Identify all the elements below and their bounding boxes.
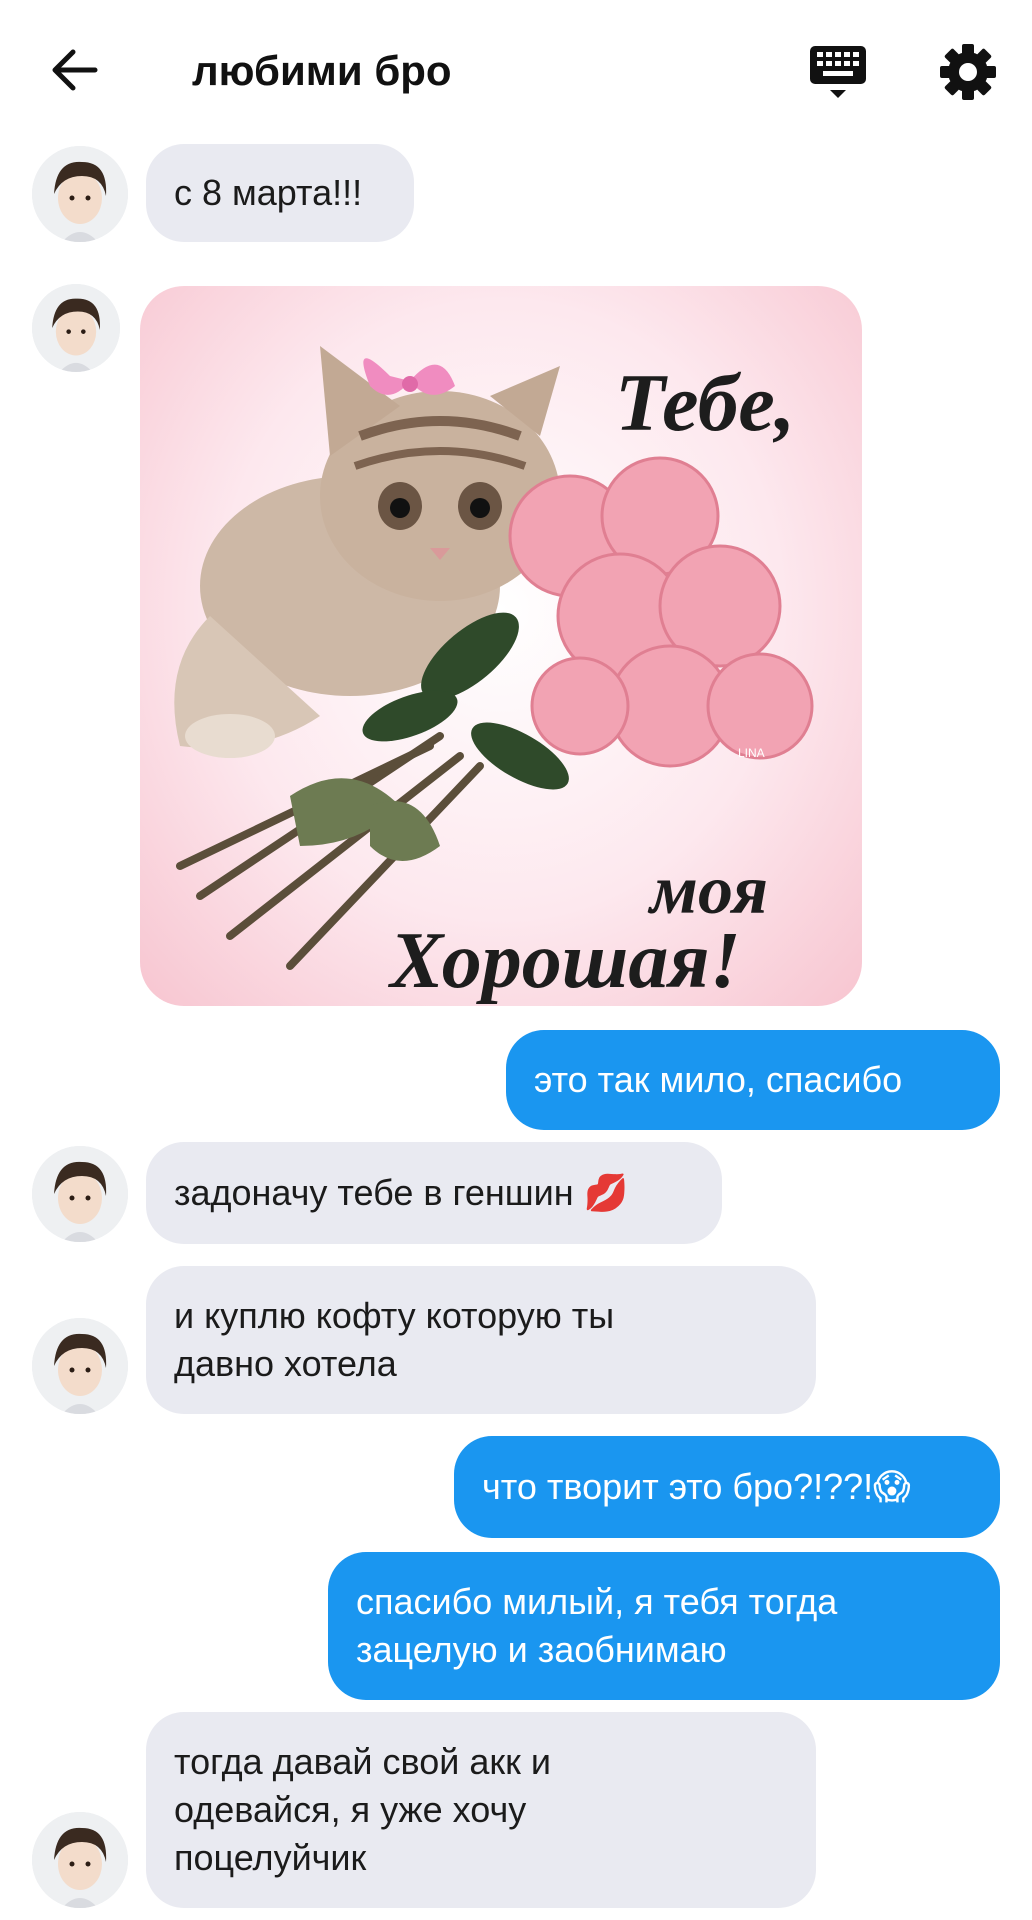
contact-avatar[interactable] <box>32 146 128 242</box>
message-image[interactable]: Тебе, моя Хорошая! LINA <box>140 286 862 1006</box>
settings-button[interactable] <box>936 40 1000 104</box>
contact-avatar[interactable] <box>32 1146 128 1242</box>
arrow-left-icon <box>52 49 98 91</box>
message-bubble-incoming[interactable]: с 8 марта!!! <box>146 144 414 242</box>
contact-avatar[interactable] <box>32 284 120 372</box>
message-bubble-incoming[interactable]: задоначу тебе в геншин 💋 <box>146 1142 722 1244</box>
message-bubble-outgoing[interactable]: это так мило, спасибо <box>506 1030 1000 1130</box>
message-text: это так мило, спасибо <box>534 1059 903 1100</box>
keyboard-button[interactable] <box>806 40 870 104</box>
avatar-photo <box>32 1146 128 1242</box>
message-text: и куплю кофту которую ты давно хотела <box>174 1295 615 1384</box>
message-bubble-outgoing[interactable]: что творит это бро?!??!😱 <box>454 1436 1000 1538</box>
avatar-photo <box>32 146 128 242</box>
avatar-photo <box>32 1318 128 1414</box>
chat-screen: любими бро с 8 марта!!! Тебе, моя Хороша… <box>0 0 1032 1920</box>
chat-title: любими бро <box>192 47 452 94</box>
image-signature: LINA <box>738 746 765 760</box>
message-bubble-incoming[interactable]: и куплю кофту которую ты давно хотела <box>146 1266 816 1414</box>
chat-header: любими бро <box>0 0 1032 140</box>
message-text: тогда давай свой акк и одевайся, я уже х… <box>174 1741 552 1878</box>
message-text: что творит это бро?!??!😱 <box>482 1466 911 1507</box>
message-text: задоначу тебе в геншин 💋 <box>174 1172 629 1213</box>
avatar-photo <box>32 1812 128 1908</box>
message-bubble-outgoing[interactable]: спасибо милый, я тебя тогда зацелую и за… <box>328 1552 1000 1700</box>
keyboard-icon <box>810 46 866 98</box>
back-button[interactable] <box>44 40 104 100</box>
message-text: спасибо милый, я тебя тогда зацелую и за… <box>356 1581 838 1670</box>
avatar-photo <box>32 284 120 372</box>
contact-avatar[interactable] <box>32 1812 128 1908</box>
contact-avatar[interactable] <box>32 1318 128 1414</box>
message-bubble-incoming[interactable]: тогда давай свой акк и одевайся, я уже х… <box>146 1712 816 1908</box>
image-caption-line-1: Тебе, <box>615 357 796 448</box>
message-text: с 8 марта!!! <box>174 172 363 213</box>
image-caption-line-3: Хорошая! <box>390 917 741 1005</box>
gear-icon <box>940 44 996 100</box>
